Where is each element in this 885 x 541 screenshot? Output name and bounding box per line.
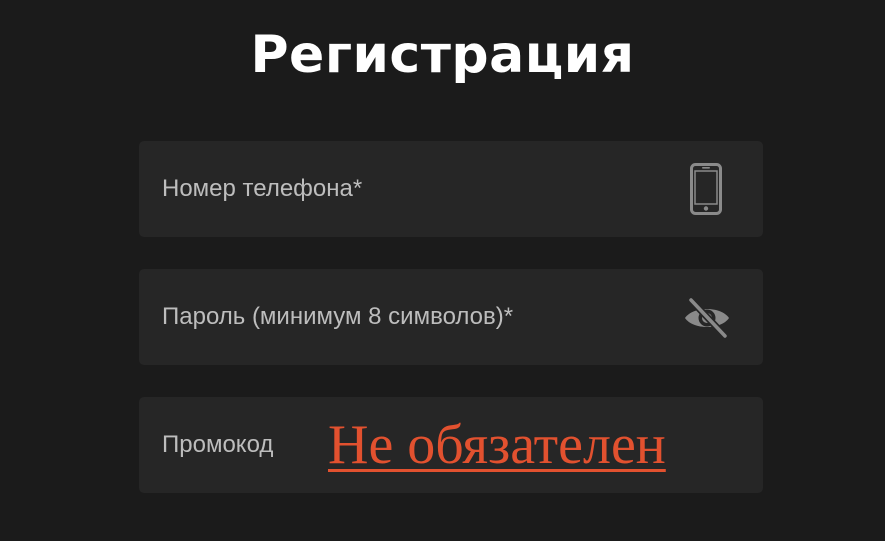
page-title: Регистрация <box>250 25 635 85</box>
password-placeholder: Пароль (минимум 8 символов)* <box>162 303 514 330</box>
phone-input[interactable]: Номер телефона* <box>139 141 763 237</box>
password-input[interactable]: Пароль (минимум 8 символов)* <box>139 269 763 365</box>
phone-icon <box>690 163 722 215</box>
phone-placeholder: Номер телефона* <box>162 175 363 202</box>
optional-note: Не обязателен <box>328 414 666 476</box>
promo-placeholder: Промокод <box>162 431 274 458</box>
promo-code-input[interactable]: Промокод Не обязателен <box>139 397 763 493</box>
eye-off-icon[interactable] <box>683 297 731 339</box>
